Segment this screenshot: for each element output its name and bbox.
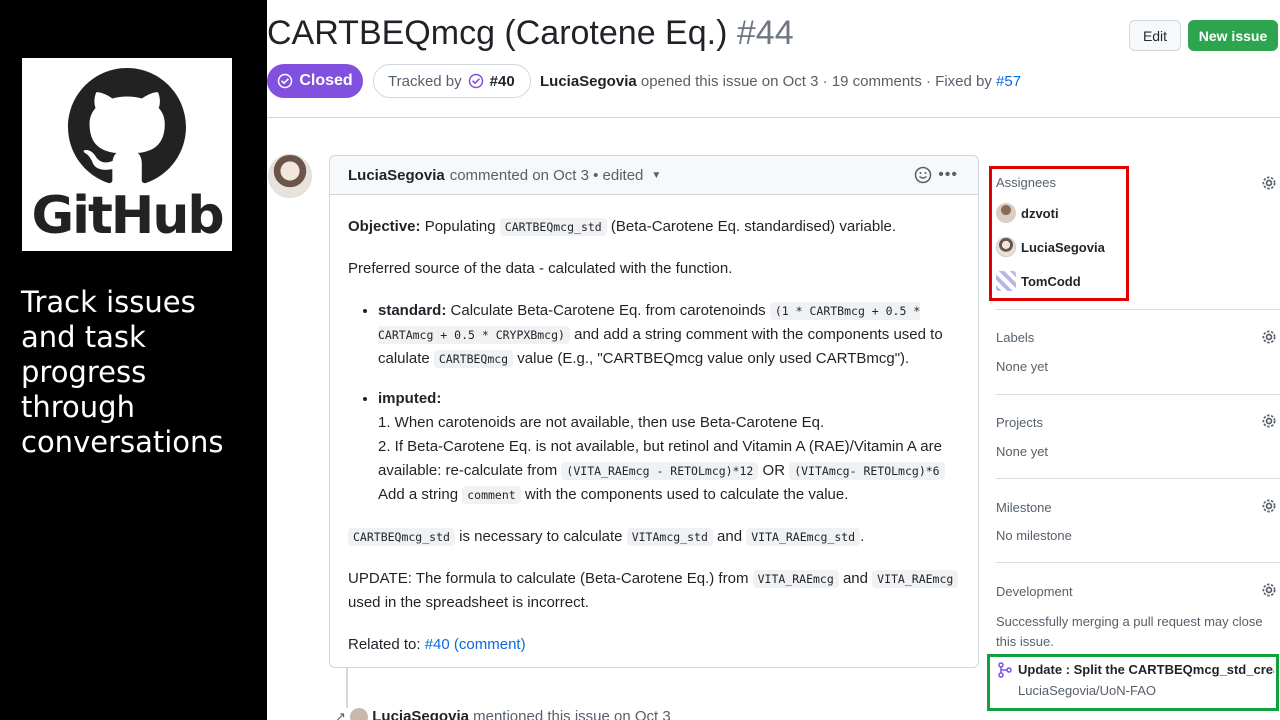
slide-panel: GitHub Track issues and task progress th… — [0, 0, 267, 720]
update-text: and — [842, 570, 868, 587]
fixed-by-link[interactable]: #57 — [996, 73, 1021, 90]
necessary-paragraph: CARTBEQmcg_std is necessary to calculate… — [348, 525, 960, 549]
tracked-ref[interactable]: #40 — [490, 73, 515, 90]
related-paragraph: Related to: #40 (comment) — [348, 633, 960, 657]
tracked-by-pill[interactable]: Tracked by #40 — [373, 64, 531, 98]
mention-author[interactable]: LuciaSegovia — [372, 708, 469, 720]
inline-code: (VITAmcg- RETOLmcg)*6 — [789, 462, 945, 480]
related-link[interactable]: #40 (comment) — [425, 636, 526, 653]
list-item: imputed: 1. When carotenoids are not ava… — [378, 387, 960, 507]
check-circle-icon — [278, 73, 293, 89]
inline-code: (VITA_RAEmcg - RETOLmcg)*12 — [561, 462, 759, 480]
standard-text: Calculate Beta-Carotene Eq. from caroten… — [450, 302, 766, 319]
inline-code: CARTBEQmcg_std — [348, 528, 455, 546]
update-paragraph: UPDATE: The formula to calculate (Beta-C… — [348, 567, 960, 615]
projects-section: Projects None yet — [996, 395, 1280, 479]
inline-code: comment — [462, 486, 521, 504]
necessary-text: is necessary to calculate — [459, 528, 623, 545]
tracked-label: Tracked by — [388, 72, 462, 90]
milestone-section: Milestone No milestone — [996, 479, 1280, 563]
new-issue-button[interactable]: New issue — [1188, 20, 1278, 51]
milestone-title: Milestone — [996, 500, 1052, 515]
objective-text: Populating — [424, 218, 496, 235]
inline-code: CARTBEQmcg_std — [499, 218, 607, 236]
logo-wordmark: GitHub — [31, 186, 224, 246]
comment-meta[interactable]: commented on Oct 3 • edited — [450, 167, 644, 184]
inline-code: VITAmcg_std — [626, 528, 713, 546]
inline-code: VITA_RAEmcg — [752, 570, 839, 588]
comment-body: Objective: Populating CARTBEQmcg_std (Be… — [330, 195, 978, 657]
necessary-text: and — [717, 528, 743, 545]
issue-meta: LuciaSegovia opened this issue on Oct 3 … — [540, 73, 1021, 90]
highlight-box-development — [987, 654, 1279, 711]
standard-label: standard: — [378, 302, 447, 319]
update-text: used in the spreadsheet is incorrect. — [348, 594, 589, 611]
kebab-menu-icon[interactable]: ••• — [938, 166, 958, 184]
check-circle-icon — [468, 73, 483, 89]
issue-author[interactable]: LuciaSegovia — [540, 73, 637, 90]
gear-icon[interactable] — [1260, 581, 1278, 599]
method-list: standard: Calculate Beta-Carotene Eq. fr… — [378, 299, 960, 507]
gear-icon[interactable] — [1260, 174, 1278, 192]
cross-reference-icon: ↗ — [335, 709, 346, 720]
projects-title: Projects — [996, 415, 1043, 430]
slide-tagline: Track issues and task progress through c… — [21, 285, 224, 459]
imputed-step: 1. When carotenoids are not available, t… — [378, 414, 825, 431]
status-label: Closed — [299, 72, 353, 89]
milestone-value: No milestone — [996, 528, 1072, 543]
github-issue-page: CARTBEQmcg (Carotene Eq.) #44 Edit New i… — [267, 0, 1280, 720]
objective-text: (Beta-Carotene Eq. standardised) variabl… — [610, 218, 897, 235]
issue-meta-text: opened this issue on Oct 3 · 19 comments… — [640, 73, 992, 90]
timeline-line — [346, 668, 348, 708]
standard-text: value (E.g., "CARTBEQmcg value only used… — [517, 350, 910, 367]
avatar[interactable] — [268, 154, 312, 198]
labels-section: Labels None yet — [996, 310, 1280, 395]
related-text: Related to: — [348, 636, 421, 653]
octocat-icon — [68, 68, 186, 184]
development-section: Development Successfully merging a pull … — [996, 563, 1280, 653]
list-item: standard: Calculate Beta-Carotene Eq. fr… — [378, 299, 960, 371]
objective-label: Objective: — [348, 218, 421, 235]
imputed-text: with the components used to calculate th… — [524, 486, 849, 503]
necessary-text: . — [860, 528, 865, 545]
objective-paragraph: Objective: Populating CARTBEQmcg_std (Be… — [348, 215, 960, 239]
labels-title: Labels — [996, 330, 1035, 345]
gear-icon[interactable] — [1260, 412, 1278, 430]
development-text: Successfully merging a pull request may … — [996, 614, 1263, 649]
labels-value: None yet — [996, 359, 1049, 374]
imputed-step: Add a string — [378, 486, 459, 503]
inline-code: VITA_RAEmcg — [872, 570, 959, 588]
comment-header: LuciaSegovia commented on Oct 3 • edited… — [330, 156, 978, 195]
status-badge: Closed — [267, 64, 363, 98]
issue-title-text: CARTBEQmcg (Carotene Eq.) — [267, 14, 728, 52]
projects-value: None yet — [996, 444, 1049, 459]
issue-number: #44 — [736, 14, 794, 52]
imputed-label: imputed: — [378, 390, 442, 407]
chevron-down-icon[interactable]: ▼ — [651, 170, 661, 181]
comment-author[interactable]: LuciaSegovia — [348, 167, 445, 184]
smiley-icon[interactable] — [914, 166, 932, 184]
imputed-text: OR — [762, 462, 786, 479]
development-title: Development — [996, 584, 1073, 599]
github-logo: GitHub — [22, 58, 232, 251]
issue-title: CARTBEQmcg (Carotene Eq.) #44 — [267, 14, 794, 53]
preferred-paragraph: Preferred source of the data - calculate… — [348, 260, 733, 277]
highlight-box-assignees — [989, 166, 1129, 301]
update-text: UPDATE: The formula to calculate (Beta-C… — [348, 570, 749, 587]
divider — [267, 117, 1280, 118]
timeline-mention: ↗ LuciaSegovia mentioned this issue on O… — [335, 708, 671, 720]
comment-box: LuciaSegovia commented on Oct 3 • edited… — [329, 155, 979, 668]
inline-code: CARTBEQmcg — [433, 350, 514, 368]
edit-button[interactable]: Edit — [1129, 20, 1181, 51]
mention-text: mentioned this issue on Oct 3 — [473, 708, 671, 720]
inline-code: VITA_RAEmcg_std — [746, 528, 861, 546]
gear-icon[interactable] — [1260, 328, 1278, 346]
avatar[interactable] — [350, 708, 369, 720]
gear-icon[interactable] — [1260, 497, 1278, 515]
